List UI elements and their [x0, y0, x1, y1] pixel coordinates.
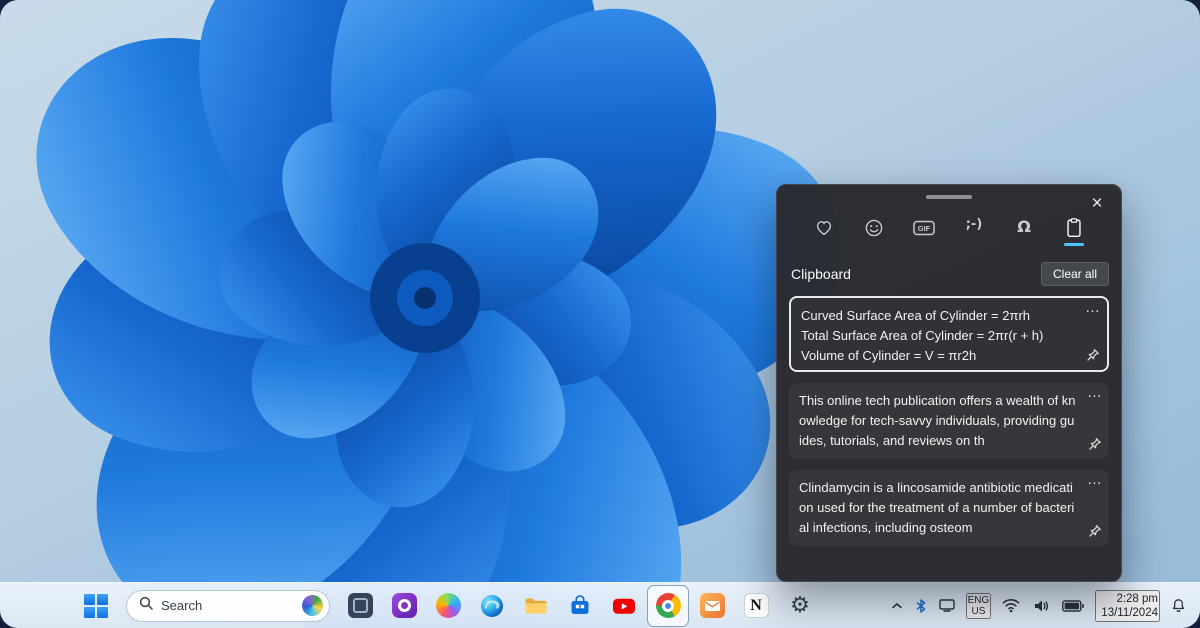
pin-icon[interactable] — [1088, 437, 1102, 454]
store-icon[interactable] — [560, 586, 600, 626]
clipboard-item-text: Clindamycin is a lincosamide antibiotic … — [799, 478, 1077, 538]
copilot-color-icon — [436, 593, 461, 618]
item-more-icon[interactable]: … — [1087, 383, 1103, 403]
tray-date: 13/11/2024 — [1101, 606, 1158, 620]
clipboard-items: Curved Surface Area of Cylinder = 2πrh T… — [777, 296, 1121, 546]
pin-icon[interactable] — [1086, 348, 1100, 365]
mail-app-icon[interactable] — [692, 586, 732, 626]
edge-icon[interactable] — [472, 586, 512, 626]
clipboard-tabs: GIF ;-) Ω — [777, 217, 1121, 246]
close-icon[interactable]: × — [1083, 191, 1111, 217]
search-input[interactable] — [161, 598, 294, 613]
purple-app-icon — [392, 593, 417, 618]
volume-icon[interactable] — [1031, 597, 1051, 615]
item-more-icon[interactable]: … — [1087, 470, 1103, 490]
clipboard-panel: × GIF ;-) — [776, 184, 1122, 582]
gear-icon: ⚙ — [790, 595, 810, 617]
smiley-icon — [863, 217, 885, 239]
symbols-icon: Ω — [1017, 217, 1031, 236]
tray-time: 2:28 pm — [1101, 592, 1158, 606]
wifi-icon[interactable] — [1000, 596, 1022, 615]
clipboard-item-text: Curved Surface Area of Cylinder = 2πrh T… — [801, 306, 1075, 366]
search-highlight-icon[interactable] — [302, 595, 323, 616]
tab-emoji[interactable] — [859, 217, 889, 246]
screenshot-frame: × GIF ;-) — [0, 0, 1200, 628]
youtube-play-icon — [611, 593, 637, 619]
windows-logo-icon — [84, 594, 108, 618]
pin-icon[interactable] — [1088, 524, 1102, 541]
clipboard-item-1[interactable]: Curved Surface Area of Cylinder = 2πrh T… — [789, 296, 1109, 372]
window-app-icon — [348, 593, 373, 618]
display-icon[interactable] — [937, 597, 957, 614]
taskbar: N ⚙ ENG US — [0, 582, 1200, 628]
system-tray: ENG US 2:28 pm 13/11/2024 — [889, 590, 1188, 622]
panel-drag-handle[interactable] — [926, 195, 972, 199]
app-window-icon[interactable] — [340, 586, 380, 626]
svg-text:GIF: GIF — [918, 224, 931, 233]
gif-icon: GIF — [912, 217, 936, 239]
tab-symbols[interactable]: Ω — [1009, 217, 1039, 246]
clipboard-icon — [1063, 217, 1085, 239]
clock-date[interactable]: 2:28 pm 13/11/2024 — [1095, 590, 1160, 622]
file-explorer-icon[interactable] — [516, 586, 556, 626]
desktop: × GIF ;-) — [0, 0, 1200, 628]
start-button[interactable] — [76, 586, 116, 626]
language-line-2: US — [968, 606, 990, 617]
bluetooth-icon[interactable] — [914, 597, 928, 615]
language-indicator[interactable]: ENG US — [966, 593, 992, 619]
chrome-icon[interactable] — [648, 586, 688, 626]
notification-bell-icon[interactable] — [1169, 596, 1188, 615]
tray-chevron-up-icon[interactable] — [889, 600, 905, 612]
clipboard-title: Clipboard — [791, 266, 851, 282]
heart-icon — [813, 217, 835, 239]
clipboard-item-2[interactable]: This online tech publication offers a we… — [789, 383, 1109, 459]
search-box[interactable] — [126, 590, 330, 622]
notion-icon[interactable]: N — [736, 586, 776, 626]
notion-n-icon: N — [744, 593, 769, 618]
battery-icon[interactable] — [1060, 598, 1086, 614]
language-line-1: ENG — [968, 595, 990, 606]
tab-clipboard[interactable] — [1059, 217, 1089, 246]
clipchamp-icon[interactable] — [384, 586, 424, 626]
folder-icon — [523, 593, 549, 619]
copilot-icon[interactable] — [428, 586, 468, 626]
search-icon — [139, 596, 153, 615]
clipboard-header: Clipboard Clear all — [791, 262, 1109, 286]
kaomoji-icon: ;-) — [966, 217, 983, 232]
store-bag-icon — [568, 594, 592, 618]
tab-recent[interactable] — [809, 217, 839, 246]
tab-gif[interactable]: GIF — [909, 217, 939, 246]
clear-all-button[interactable]: Clear all — [1041, 262, 1109, 286]
settings-icon[interactable]: ⚙ — [780, 586, 820, 626]
taskbar-apps: N ⚙ — [76, 586, 820, 626]
clipboard-item-text: This online tech publication offers a we… — [799, 391, 1077, 451]
chrome-color-icon — [656, 593, 681, 618]
envelope-icon — [700, 593, 725, 618]
edge-swirl-icon — [479, 593, 505, 619]
youtube-icon[interactable] — [604, 586, 644, 626]
clipboard-item-3[interactable]: Clindamycin is a lincosamide antibiotic … — [789, 470, 1109, 546]
item-more-icon[interactable]: … — [1085, 298, 1101, 318]
tab-kaomoji[interactable]: ;-) — [959, 217, 989, 246]
